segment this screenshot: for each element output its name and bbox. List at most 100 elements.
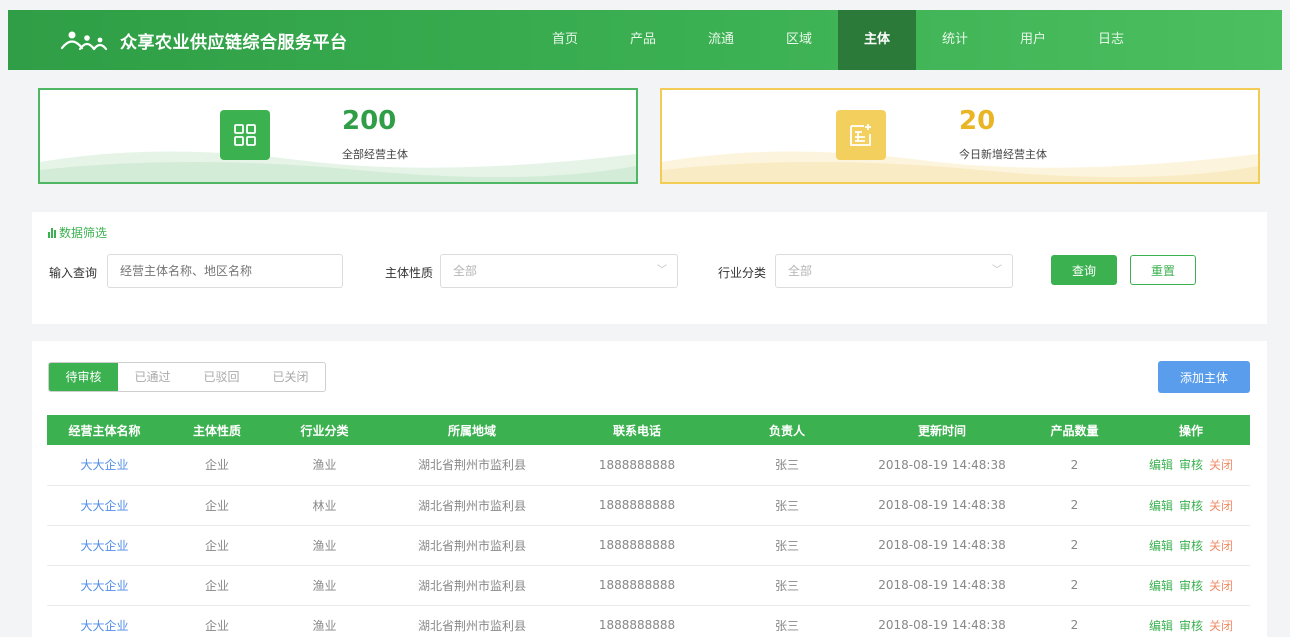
filter-panel: 数据筛选 输入查询 主体性质 全部 ﹀ 行业分类 全部 ﹀ 查询 重置 — [32, 212, 1267, 324]
nav-users[interactable]: 用户 — [994, 10, 1072, 70]
col-header: 行业分类 — [300, 423, 349, 438]
edit-link[interactable]: 编辑 — [1149, 619, 1173, 633]
edit-link[interactable]: 编辑 — [1149, 539, 1173, 553]
close-link[interactable]: 关闭 — [1209, 579, 1233, 593]
total-entities-label: 全部经营主体 — [342, 148, 408, 161]
cell-phone: 1888888888 — [567, 605, 707, 637]
cell-owner: 张三 — [707, 525, 867, 566]
cell-nature: 企业 — [162, 445, 272, 486]
cell-industry: 渔业 — [272, 525, 377, 566]
chevron-down-icon: ﹀ — [657, 265, 667, 276]
entity-name-link[interactable]: 大大企业 — [47, 525, 162, 566]
cell-updated: 2018-08-19 14:48:38 — [867, 605, 1017, 637]
people-logo-icon — [60, 31, 108, 51]
col-header: 主体性质 — [192, 423, 241, 438]
nature-select[interactable]: 全部 ﹀ — [440, 254, 678, 288]
table-row: 大大企业 企业 渔业 湖北省荆州市监利县 1888888888 张三 2018-… — [47, 565, 1250, 606]
cell-actions: 编辑 审核 关闭 — [1132, 565, 1250, 606]
table-row: 大大企业 企业 渔业 湖北省荆州市监利县 1888888888 张三 2018-… — [47, 605, 1250, 637]
entity-table: 经营主体名称 主体性质 行业分类 所属地域 联系电话 负责人 更新时间 产品数量… — [47, 415, 1250, 637]
table-header-row: 经营主体名称 主体性质 行业分类 所属地域 联系电话 负责人 更新时间 产品数量… — [47, 415, 1250, 445]
table-row: 大大企业 企业 林业 湖北省荆州市监利县 1888888888 张三 2018-… — [47, 485, 1250, 526]
edit-link[interactable]: 编辑 — [1149, 499, 1173, 513]
audit-link[interactable]: 审核 — [1179, 499, 1203, 513]
cell-region: 湖北省荆州市监利县 — [377, 485, 567, 526]
cell-nature: 企业 — [162, 485, 272, 526]
col-header: 负责人 — [768, 423, 805, 438]
nature-label: 主体性质 — [385, 266, 434, 280]
reset-button[interactable]: 重置 — [1130, 255, 1196, 285]
cell-updated: 2018-08-19 14:48:38 — [867, 565, 1017, 606]
col-header: 联系电话 — [612, 423, 661, 438]
audit-link[interactable]: 审核 — [1179, 458, 1203, 472]
stat-card-total: 200 全部经营主体 — [38, 88, 638, 184]
nav-logs[interactable]: 日志 — [1072, 10, 1150, 70]
tab-approved[interactable]: 已通过 — [118, 363, 187, 391]
cell-owner: 张三 — [707, 565, 867, 606]
query-button[interactable]: 查询 — [1051, 255, 1117, 285]
nav-statistics[interactable]: 统计 — [916, 10, 994, 70]
cell-region: 湖北省荆州市监利县 — [377, 445, 567, 486]
new-entity-icon — [836, 110, 886, 160]
cell-owner: 张三 — [707, 445, 867, 486]
nav-circulation[interactable]: 流通 — [682, 10, 760, 70]
close-link[interactable]: 关闭 — [1209, 619, 1233, 633]
cell-actions: 编辑 审核 关闭 — [1132, 525, 1250, 566]
table-row: 大大企业 企业 渔业 湖北省荆州市监利县 1888888888 张三 2018-… — [47, 525, 1250, 566]
cell-industry: 渔业 — [272, 445, 377, 486]
main-nav: 首页 产品 流通 区域 主体 统计 用户 日志 — [526, 10, 1150, 70]
cell-region: 湖北省荆州市监利县 — [377, 565, 567, 606]
cell-count: 2 — [1017, 445, 1132, 486]
cell-updated: 2018-08-19 14:48:38 — [867, 485, 1017, 526]
nav-products[interactable]: 产品 — [604, 10, 682, 70]
industry-select[interactable]: 全部 ﹀ — [775, 254, 1013, 288]
add-entity-button[interactable]: 添加主体 — [1158, 361, 1250, 393]
col-header: 产品数量 — [1050, 423, 1099, 438]
total-entities-value: 200 — [342, 106, 397, 136]
nav-entity[interactable]: 主体 — [838, 10, 916, 70]
bars-icon — [48, 227, 56, 238]
cell-nature: 企业 — [162, 525, 272, 566]
query-input[interactable] — [107, 254, 343, 288]
nav-region[interactable]: 区域 — [760, 10, 838, 70]
entity-name-link[interactable]: 大大企业 — [47, 605, 162, 637]
wave-decoration — [40, 151, 636, 182]
cell-actions: 编辑 审核 关闭 — [1132, 485, 1250, 526]
cell-region: 湖北省荆州市监利县 — [377, 525, 567, 566]
close-link[interactable]: 关闭 — [1209, 499, 1233, 513]
col-header: 经营主体名称 — [68, 423, 141, 438]
new-entities-value: 20 — [959, 106, 996, 136]
cell-owner: 张三 — [707, 605, 867, 637]
cell-phone: 1888888888 — [567, 485, 707, 526]
edit-link[interactable]: 编辑 — [1149, 579, 1173, 593]
tab-rejected[interactable]: 已驳回 — [187, 363, 256, 391]
entity-name-link[interactable]: 大大企业 — [47, 485, 162, 526]
tab-closed[interactable]: 已关闭 — [256, 363, 325, 391]
nav-home[interactable]: 首页 — [526, 10, 604, 70]
cell-industry: 渔业 — [272, 605, 377, 637]
entity-name-link[interactable]: 大大企业 — [47, 445, 162, 486]
cell-nature: 企业 — [162, 605, 272, 637]
brand[interactable]: 众享农业供应链综合服务平台 — [58, 10, 348, 70]
industry-label: 行业分类 — [718, 266, 767, 280]
tab-pending[interactable]: 待审核 — [49, 363, 118, 391]
col-header: 操作 — [1178, 423, 1203, 438]
cell-industry: 渔业 — [272, 565, 377, 606]
audit-link[interactable]: 审核 — [1179, 539, 1203, 553]
stat-card-new-today: 20 今日新增经营主体 — [660, 88, 1260, 184]
audit-link[interactable]: 审核 — [1179, 619, 1203, 633]
query-label: 输入查询 — [49, 266, 98, 280]
table-row: 大大企业 企业 渔业 湖北省荆州市监利县 1888888888 张三 2018-… — [47, 445, 1250, 486]
entity-list-panel: 待审核 已通过 已驳回 已关闭 添加主体 经营主体名称 主体性质 行业分类 所属… — [32, 341, 1267, 637]
close-link[interactable]: 关闭 — [1209, 458, 1233, 472]
audit-link[interactable]: 审核 — [1179, 579, 1203, 593]
cell-count: 2 — [1017, 485, 1132, 526]
industry-select-value: 全部 — [788, 264, 813, 278]
entity-name-link[interactable]: 大大企业 — [47, 565, 162, 606]
status-tabs: 待审核 已通过 已驳回 已关闭 — [48, 362, 326, 392]
col-header: 所属地域 — [447, 423, 496, 438]
chevron-down-icon: ﹀ — [992, 265, 1002, 276]
cell-actions: 编辑 审核 关闭 — [1132, 605, 1250, 637]
close-link[interactable]: 关闭 — [1209, 539, 1233, 553]
edit-link[interactable]: 编辑 — [1149, 458, 1173, 472]
